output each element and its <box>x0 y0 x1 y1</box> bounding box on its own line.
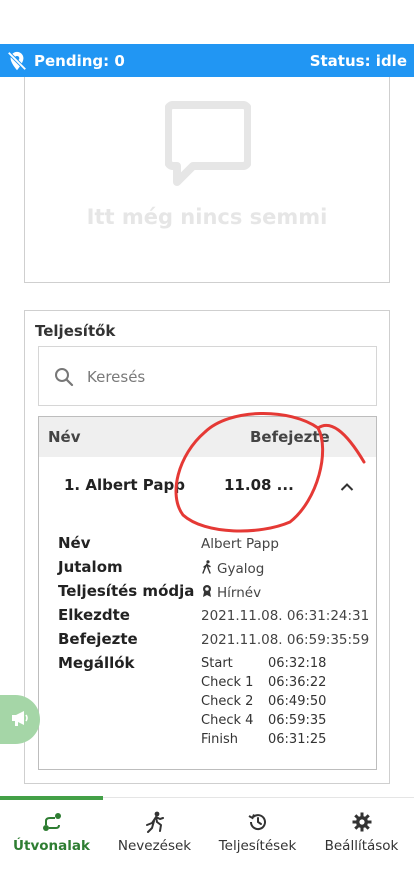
tab-routes[interactable]: Útvonalak <box>0 810 103 854</box>
mode-value: Hírnév <box>217 585 262 601</box>
tab-entries[interactable]: Nevezések <box>103 810 206 854</box>
stop-name: Check 2 <box>201 694 254 709</box>
tab-label: Teljesítések <box>218 838 297 854</box>
status-bar: Pending: 0 Status: idle <box>0 44 414 77</box>
active-tab-indicator <box>0 796 103 800</box>
list-item: Check 2 06:49:50 <box>201 694 361 713</box>
tab-completions[interactable]: Teljesítések <box>206 810 309 854</box>
pending-indicator: Pending: 0 <box>6 50 125 72</box>
performers-title: Teljesítők <box>35 322 116 340</box>
walk-icon <box>201 560 213 578</box>
search-box[interactable] <box>38 346 377 406</box>
medal-icon <box>201 584 213 602</box>
location-off-icon <box>6 50 28 72</box>
detail-value: 2021.11.08. 06:59:35:59 <box>201 632 370 648</box>
detail-value: Albert Papp <box>201 536 279 552</box>
gear-icon <box>310 810 413 834</box>
table-header: Név Befejezte <box>39 417 376 457</box>
detail-value: Gyalog <box>201 560 264 578</box>
detail-label: Név <box>58 534 91 552</box>
pending-label: Pending: 0 <box>34 51 125 70</box>
tab-label: Útvonalak <box>13 838 90 854</box>
history-icon <box>206 810 309 834</box>
column-name-header[interactable]: Név <box>48 428 81 446</box>
route-icon <box>0 810 103 834</box>
detail-value: 2021.11.08. 06:31:24:31 <box>201 608 370 624</box>
bottom-navigation: Útvonalak Nevezések Teljesítések Beállít… <box>0 796 414 896</box>
row-name: 1. Albert Papp <box>64 476 185 494</box>
run-icon <box>103 810 206 834</box>
list-item: Check 1 06:36:22 <box>201 675 361 694</box>
stop-time: 06:36:22 <box>268 675 327 690</box>
stop-time: 06:31:25 <box>268 732 327 747</box>
row-finished: 11.08 ... <box>224 476 294 494</box>
performers-table: Név Befejezte 1. Albert Papp 11.08 ... N… <box>38 416 377 770</box>
status-label: Status: idle <box>309 51 407 70</box>
list-item: Start 06:32:18 <box>201 656 361 675</box>
stop-time: 06:49:50 <box>268 694 327 709</box>
megaphone-icon <box>10 709 30 731</box>
column-finished-header[interactable]: Befejezte <box>250 428 330 446</box>
list-item: Finish 06:31:25 <box>201 732 361 751</box>
table-row[interactable]: 1. Albert Papp 11.08 ... <box>39 457 376 513</box>
tab-label: Nevezések <box>117 838 192 854</box>
detail-label: Befejezte <box>58 630 138 648</box>
stop-name: Finish <box>201 732 239 747</box>
detail-label: Elkezdte <box>58 606 130 624</box>
stop-name: Check 1 <box>201 675 254 690</box>
comment-icon <box>164 101 252 191</box>
empty-state-text: Itt még nincs semmi <box>86 205 328 229</box>
detail-value: Hírnév <box>201 584 261 602</box>
stops-list: Start 06:32:18 Check 1 06:36:22 Check 2 06:… <box>201 656 361 751</box>
stop-time: 06:32:18 <box>268 656 327 671</box>
list-item: Check 4 06:59:35 <box>201 713 361 732</box>
chevron-up-icon[interactable] <box>340 478 354 496</box>
stop-name: Start <box>201 656 233 671</box>
reward-value: Gyalog <box>217 561 265 577</box>
tab-settings[interactable]: Beállítások <box>310 810 413 854</box>
detail-label: Megállók <box>58 654 135 672</box>
stop-name: Check 4 <box>201 713 254 728</box>
empty-state-card: Itt még nincs semmi <box>24 77 390 283</box>
performers-card: Teljesítők Név Befejezte 1. Albert Papp … <box>24 310 390 784</box>
search-input[interactable] <box>87 365 357 389</box>
detail-label: Teljesítés módja <box>58 582 195 600</box>
stop-time: 06:59:35 <box>268 713 327 728</box>
tab-label: Beállítások <box>324 838 399 854</box>
detail-label: Jutalom <box>58 558 123 576</box>
